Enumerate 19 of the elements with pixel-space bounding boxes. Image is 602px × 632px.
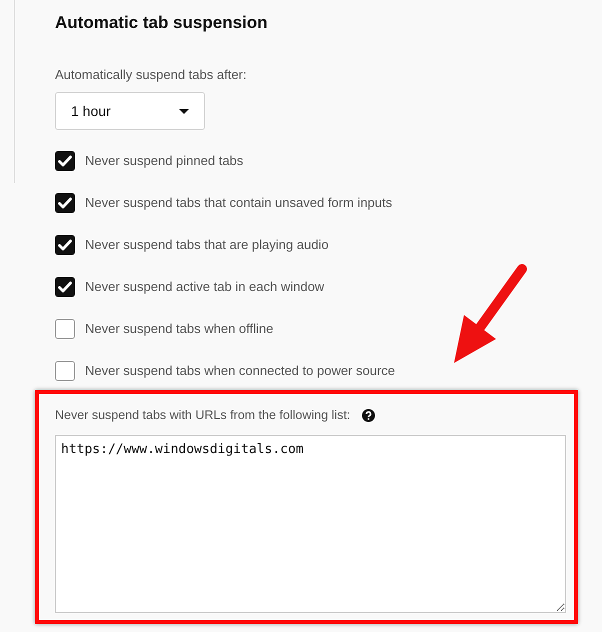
checkbox-label: Never suspend tabs when offline: [85, 320, 274, 338]
checkbox[interactable]: [55, 193, 75, 213]
checkbox-label: Never suspend tabs that contain unsaved form inputs: [85, 194, 392, 212]
caret-icon: [179, 108, 189, 114]
checkbox[interactable]: [55, 151, 75, 171]
checkbox[interactable]: [55, 319, 75, 339]
checkbox[interactable]: [55, 361, 75, 381]
checkbox-label: Never suspend tabs when connected to power source: [85, 362, 396, 380]
checkbox[interactable]: [55, 235, 75, 255]
help-icon[interactable]: [362, 408, 376, 422]
checkbox-label: Never suspend pinned tabs: [85, 152, 244, 170]
field-label: Never suspend tabs with URLs from the following list:: [55, 407, 350, 424]
dropdown[interactable]: 1 hour: [55, 92, 205, 130]
url-list-field[interactable]: https://www.windowsdigitals.com: [55, 434, 566, 613]
section-title: Automatic tab suspension: [55, 12, 269, 34]
checkbox[interactable]: [55, 277, 75, 297]
field-label: Automatically suspend tabs after:: [55, 66, 248, 84]
checkbox-label: Never suspend tabs that are playing audio: [85, 236, 329, 254]
checkbox-label: Never suspend active tab in each window: [85, 278, 324, 296]
